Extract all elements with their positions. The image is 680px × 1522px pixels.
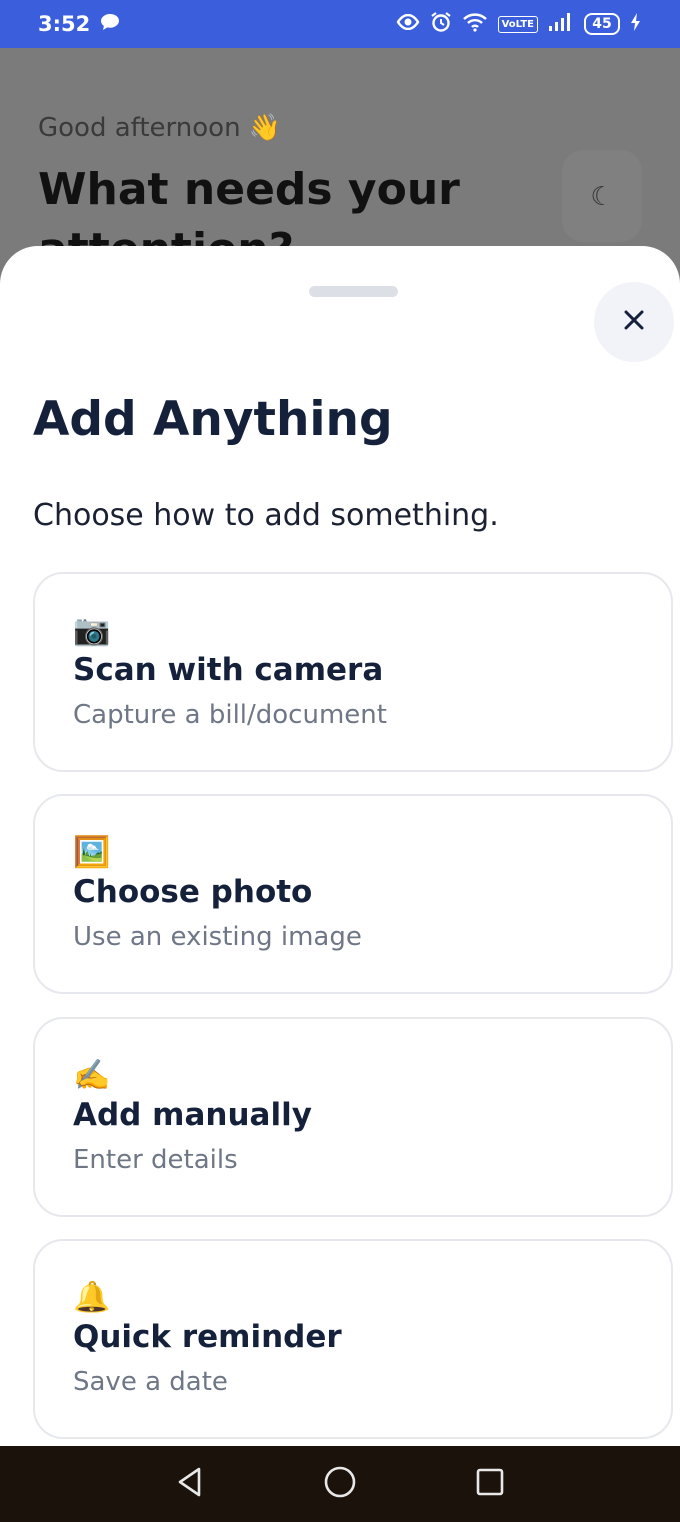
home-button[interactable] bbox=[320, 1464, 360, 1504]
camera-icon: 📷 bbox=[73, 614, 111, 647]
chat-bubble-icon bbox=[100, 13, 120, 36]
eye-icon bbox=[396, 13, 420, 34]
theme-toggle-button[interactable]: ☾ bbox=[562, 150, 642, 242]
bell-icon: 🔔 bbox=[73, 1281, 111, 1314]
close-button[interactable] bbox=[594, 282, 674, 362]
recents-button[interactable] bbox=[470, 1464, 510, 1504]
signal-icon bbox=[548, 12, 574, 36]
option-scan-with-camera[interactable]: 📷 Scan with camera Capture a bill/docume… bbox=[33, 572, 673, 772]
sheet-drag-handle[interactable] bbox=[309, 286, 398, 297]
alarm-icon bbox=[430, 11, 452, 37]
navigation-bar bbox=[0, 1446, 680, 1522]
option-description: Use an existing image bbox=[73, 922, 362, 952]
moon-icon: ☾ bbox=[590, 180, 614, 211]
option-description: Save a date bbox=[73, 1367, 228, 1397]
option-title: Add manually bbox=[73, 1097, 312, 1133]
status-right: VoLTE 45 bbox=[396, 11, 642, 37]
home-circle-icon bbox=[323, 1465, 357, 1504]
recents-square-icon bbox=[475, 1467, 505, 1502]
add-anything-sheet: Add Anything Choose how to add something… bbox=[0, 246, 680, 1446]
option-quick-reminder[interactable]: 🔔 Quick reminder Save a date bbox=[33, 1239, 673, 1439]
status-bar: 3:52 VoLTE 45 bbox=[0, 0, 680, 48]
status-time: 3:52 bbox=[38, 12, 91, 36]
volte-badge: VoLTE bbox=[497, 15, 538, 33]
charging-icon bbox=[630, 12, 642, 36]
option-title: Choose photo bbox=[73, 874, 313, 910]
option-title: Quick reminder bbox=[73, 1319, 342, 1355]
sheet-subtitle: Choose how to add something. bbox=[33, 498, 499, 533]
battery-indicator: 45 bbox=[584, 13, 620, 35]
option-choose-photo[interactable]: 🖼️ Choose photo Use an existing image bbox=[33, 794, 673, 994]
option-add-manually[interactable]: ✍️ Add manually Enter details bbox=[33, 1017, 673, 1217]
back-button[interactable] bbox=[170, 1464, 210, 1504]
option-title: Scan with camera bbox=[73, 652, 384, 688]
wifi-icon bbox=[462, 12, 488, 36]
option-description: Capture a bill/document bbox=[73, 700, 387, 730]
back-triangle-icon bbox=[175, 1466, 205, 1503]
greeting-text: Good afternoon 👋 bbox=[38, 113, 282, 143]
writing-hand-icon: ✍️ bbox=[73, 1059, 111, 1092]
sheet-title: Add Anything bbox=[33, 392, 393, 447]
option-description: Enter details bbox=[73, 1145, 238, 1175]
status-left: 3:52 bbox=[38, 12, 120, 36]
framed-picture-icon: 🖼️ bbox=[73, 836, 111, 869]
close-icon bbox=[622, 308, 646, 337]
